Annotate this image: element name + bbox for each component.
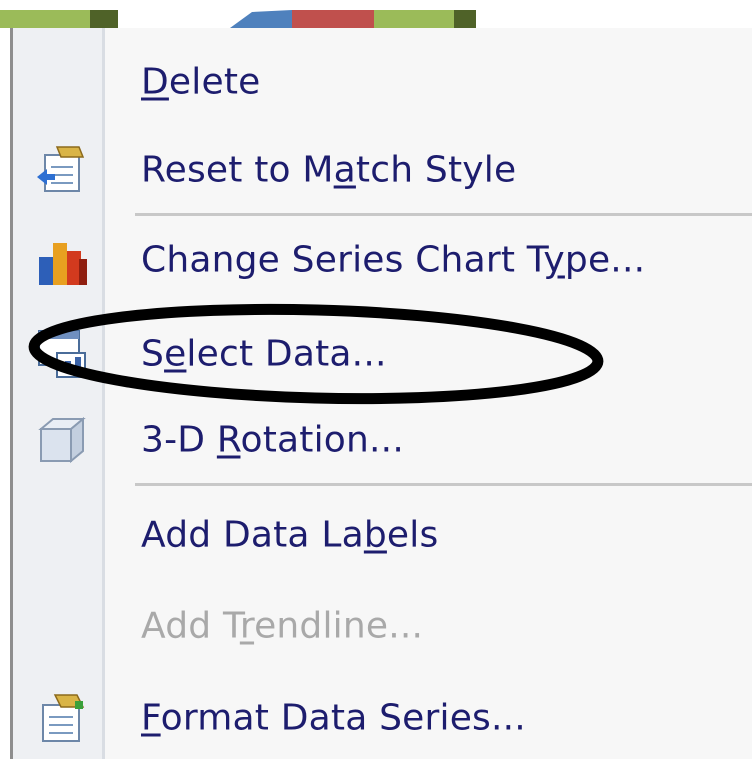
- menu-separator: [135, 483, 752, 486]
- menu-item-add-trendline: Add Trendline...: [13, 584, 752, 668]
- chart-bar-green-2: [374, 10, 454, 28]
- menu-item-add-trendline-label: Add Trendline...: [141, 605, 424, 647]
- menu-item-add-data-labels[interactable]: Add Data Labels: [13, 493, 752, 577]
- menu-item-add-data-labels-label: Add Data Labels: [141, 514, 439, 556]
- menu-item-3d-rotation-label: 3-D Rotation...: [141, 419, 404, 461]
- chart-bar-green-1: [0, 10, 90, 28]
- menu-item-format-data-series[interactable]: Format Data Series...: [13, 676, 752, 760]
- chart-bar-red: [292, 10, 374, 28]
- menu-item-format-data-series-label: Format Data Series...: [141, 697, 526, 739]
- reset-style-icon: [37, 146, 85, 192]
- menu-item-reset-to-match-style-label: Reset to Match Style: [141, 149, 517, 191]
- bar-chart-icon: [39, 243, 87, 285]
- chart-bar-blue: [230, 10, 292, 28]
- menu-item-change-series-chart-type-label: Change Series Chart Type...: [141, 239, 646, 281]
- format-series-icon: [42, 694, 85, 742]
- menu-item-3d-rotation[interactable]: 3-D Rotation...: [13, 398, 752, 482]
- menu-item-select-data-label: Select Data...: [141, 333, 387, 375]
- chart-strip: [0, 10, 476, 28]
- chart-bar-dark-1: [90, 10, 118, 28]
- cube-icon: [38, 416, 86, 464]
- menu-item-select-data[interactable]: Select Data...: [13, 312, 752, 396]
- chart-bar-dark-2: [454, 10, 476, 28]
- menu-separator: [135, 213, 752, 216]
- menu-item-reset-to-match-style[interactable]: Reset to Match Style: [13, 128, 752, 212]
- menu-item-change-series-chart-type[interactable]: Change Series Chart Type...: [13, 218, 752, 302]
- select-data-icon: [38, 330, 86, 378]
- context-menu: Delete Reset to Match Style Change Serie…: [10, 28, 752, 759]
- menu-item-delete[interactable]: Delete: [13, 40, 752, 124]
- menu-item-delete-label: Delete: [141, 61, 261, 103]
